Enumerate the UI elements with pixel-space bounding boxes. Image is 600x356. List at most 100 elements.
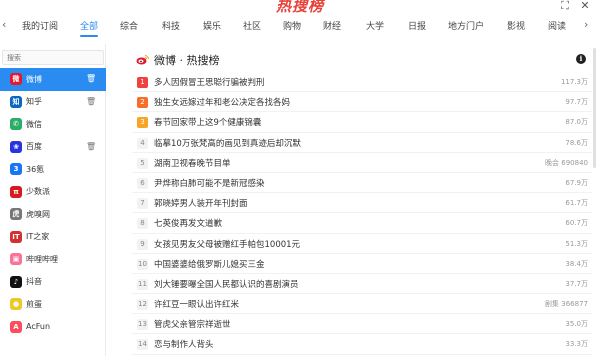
tab-6[interactable]: 购物 bbox=[283, 19, 301, 32]
list-item[interactable]: 14 恋与制作人背头 33.3万 bbox=[132, 334, 592, 355]
rank-number: 8 bbox=[137, 218, 148, 230]
sidebar-item-label: AcFun bbox=[26, 322, 51, 332]
list-item[interactable]: 5 湖南卫视春晚节目单 晚会 690840 bbox=[132, 153, 592, 173]
tab-8[interactable]: 大学 bbox=[366, 19, 384, 32]
sidebar-item[interactable]: ▣ 哔哩哔哩 bbox=[0, 248, 106, 271]
list-item[interactable]: 7 郭晓婷男人装开年刊封面 61.7万 bbox=[132, 193, 592, 214]
list-item[interactable]: 13 管虎父亲管宗祥逝世 35.0万 bbox=[132, 314, 592, 335]
item-title[interactable]: 独生女远嫁过年和老公决定各找各妈 bbox=[154, 96, 290, 108]
sidebar-item[interactable]: ❀ 百度 🗑 bbox=[0, 136, 106, 159]
app-title: 热搜榜 bbox=[275, 0, 324, 15]
heat-value: 33.3万 bbox=[565, 340, 588, 349]
tab-3[interactable]: 科技 bbox=[162, 19, 180, 32]
rank-number: 7 bbox=[137, 198, 148, 210]
list-item[interactable]: 4 临摹10万张梵高的画见到真迹后却沉默 78.6万 bbox=[132, 133, 592, 153]
trash-icon[interactable]: 🗑 bbox=[86, 97, 96, 106]
douyin-icon: ♪ bbox=[10, 275, 22, 288]
sidebar-item-label: 煎蛋 bbox=[26, 299, 42, 309]
sidebar-item[interactable]: π 少数派 bbox=[0, 181, 106, 204]
tab-1[interactable]: 全部 bbox=[80, 19, 98, 32]
hot-search-app: 热搜榜 ⛶ ✕ ‹ 我的订阅 全部 综合 科技 娱乐 社区 购物 财经 大学 日报 地方门户 影视 阅读… bbox=[0, 0, 600, 356]
huxiu-icon: 虎 bbox=[10, 208, 22, 221]
tab-10[interactable]: 地方门户 bbox=[448, 19, 484, 32]
sidebar-item[interactable]: ✆ 微信 bbox=[0, 113, 106, 136]
rank-number: 12 bbox=[137, 299, 148, 311]
ithome-icon: IT bbox=[10, 230, 22, 243]
heat-value: 51.3万 bbox=[565, 239, 588, 248]
list-item[interactable]: 10 中国婆婆给俄罗斯儿媳买三金 38.4万 bbox=[132, 254, 592, 274]
chevron-right-icon[interactable]: › bbox=[584, 18, 588, 31]
item-title[interactable]: 女孩见男友父母被赠红手帕包10001元 bbox=[154, 238, 300, 250]
close-icon[interactable]: ✕ bbox=[578, 0, 592, 12]
tab-9[interactable]: 日报 bbox=[408, 19, 426, 32]
trash-icon[interactable]: 🗑 bbox=[86, 142, 96, 151]
panel-title: 微博 · 热搜榜 bbox=[154, 54, 220, 67]
info-icon[interactable]: i bbox=[576, 54, 586, 64]
tab-4[interactable]: 娱乐 bbox=[203, 19, 221, 32]
sidebar-item-label: 虎嗅网 bbox=[26, 209, 50, 219]
sidebar-item-label: 微信 bbox=[26, 119, 42, 129]
zhihu-icon: 知 bbox=[10, 95, 22, 108]
item-title[interactable]: 临摹10万张梵高的画见到真迹后却沉默 bbox=[154, 137, 301, 149]
rank-number: 6 bbox=[137, 177, 148, 189]
sidebar-item-label: 知乎 bbox=[26, 97, 42, 107]
list-item[interactable]: 9 女孩见男友父母被赠红手帕包10001元 51.3万 bbox=[132, 234, 592, 254]
sidebar-item[interactable]: ● 煎蛋 bbox=[0, 293, 106, 316]
heat-value: 61.7万 bbox=[565, 199, 588, 208]
heat-value: 38.4万 bbox=[565, 259, 588, 268]
item-title[interactable]: 尹烨称白肺可能不是新冠感染 bbox=[154, 177, 265, 189]
rank-number: 13 bbox=[137, 319, 148, 331]
sidebar-item[interactable]: ♪ 抖音 bbox=[0, 271, 106, 294]
chevron-left-icon[interactable]: ‹ bbox=[2, 18, 6, 31]
item-title[interactable]: 刘大锤要曝全国人民都认识的喜剧演员 bbox=[154, 278, 299, 290]
trash-icon[interactable]: 🗑 bbox=[86, 74, 96, 83]
source-sidebar: 微微博 🗑 知知乎 🗑 ✆ 微信 ❀ 百度 🗑 3 36氪 π 少数派虎虎嗅网 IT IT之家 ▣ 哔哩哔哩 ♪ 抖… bbox=[0, 44, 106, 356]
item-title[interactable]: 郭晓婷男人装开年刊封面 bbox=[154, 197, 248, 209]
sidebar-item[interactable]: 3 36氪 bbox=[0, 158, 106, 181]
tab-2[interactable]: 综合 bbox=[120, 19, 138, 32]
heat-value: 78.6万 bbox=[565, 138, 588, 147]
tab-0[interactable]: 我的订阅 bbox=[22, 19, 58, 32]
sidebar-item[interactable]: A AcFun bbox=[0, 316, 106, 339]
sidebar-item-label: IT之家 bbox=[26, 232, 50, 242]
main-panel: 微博 · 热搜榜 i 1 多人因假冒王思聪行骗被判刑 117.3万 2 独生女远嫁过年和… bbox=[132, 48, 592, 356]
list-item[interactable]: 11 刘大锤要曝全国人民都认识的喜剧演员 37.7万 bbox=[132, 274, 592, 295]
expand-icon[interactable]: ⛶ bbox=[558, 0, 572, 12]
sidebar-item-label: 36氪 bbox=[26, 164, 45, 174]
item-title[interactable]: 湖南卫视春晚节目单 bbox=[154, 157, 231, 169]
list-item[interactable]: 12 许红豆一眼认出许红米 剧集 366877 bbox=[132, 294, 592, 315]
rank-number: 11 bbox=[137, 278, 148, 290]
item-title[interactable]: 恋与制作人背头 bbox=[154, 338, 214, 350]
scrollbar[interactable] bbox=[593, 48, 596, 168]
sidebar-item[interactable]: 虎虎嗅网 bbox=[0, 203, 106, 226]
acfun-icon: A bbox=[10, 320, 22, 333]
tab-5[interactable]: 社区 bbox=[243, 19, 261, 32]
item-title[interactable]: 七英俊再发文道歉 bbox=[154, 217, 222, 229]
list-item[interactable]: 1 多人因假冒王思聪行骗被判刑 117.3万 bbox=[132, 72, 592, 93]
item-title[interactable]: 春节回家带上这9个健康锦囊 bbox=[154, 116, 261, 128]
panel-header: 微博 · 热搜榜 i bbox=[132, 48, 592, 72]
list-item[interactable]: 8 七英俊再发文道歉 60.7万 bbox=[132, 213, 592, 234]
tab-7[interactable]: 财经 bbox=[323, 19, 341, 32]
sidebar-item[interactable]: 微微博 🗑 bbox=[0, 68, 106, 91]
list-item[interactable]: 6 尹烨称白肺可能不是新冠感染 67.9万 bbox=[132, 173, 592, 194]
rank-number: 10 bbox=[137, 258, 148, 270]
sidebar-item-label: 百度 bbox=[26, 142, 42, 152]
tab-11[interactable]: 影视 bbox=[507, 19, 525, 32]
rank-number: 5 bbox=[137, 157, 148, 169]
item-title[interactable]: 中国婆婆给俄罗斯儿媳买三金 bbox=[154, 258, 265, 270]
sidebar-item[interactable]: 知知乎 🗑 bbox=[0, 91, 106, 114]
source-list: 微微博 🗑 知知乎 🗑 ✆ 微信 ❀ 百度 🗑 3 36氪 π 少数派虎虎嗅网 IT IT之家 ▣ 哔哩哔哩 ♪ 抖… bbox=[0, 68, 106, 338]
search-input[interactable] bbox=[2, 50, 104, 65]
item-title[interactable]: 管虎父亲管宗祥逝世 bbox=[154, 318, 231, 330]
sidebar-item[interactable]: IT IT之家 bbox=[0, 226, 106, 249]
heat-value: 87.0万 bbox=[565, 118, 588, 127]
list-item[interactable]: 2 独生女远嫁过年和老公决定各找各妈 97.7万 bbox=[132, 92, 592, 113]
item-title[interactable]: 许红豆一眼认出许红米 bbox=[154, 298, 239, 310]
active-tab-indicator bbox=[80, 35, 98, 37]
list-item[interactable]: 3 春节回家带上这9个健康锦囊 87.0万 bbox=[132, 112, 592, 133]
item-title[interactable]: 多人因假冒王思聪行骗被判刑 bbox=[154, 76, 265, 88]
weibo-icon: 微 bbox=[10, 73, 22, 86]
tab-12[interactable]: 阅读 bbox=[548, 19, 566, 32]
jandan-icon: ● bbox=[10, 298, 22, 311]
